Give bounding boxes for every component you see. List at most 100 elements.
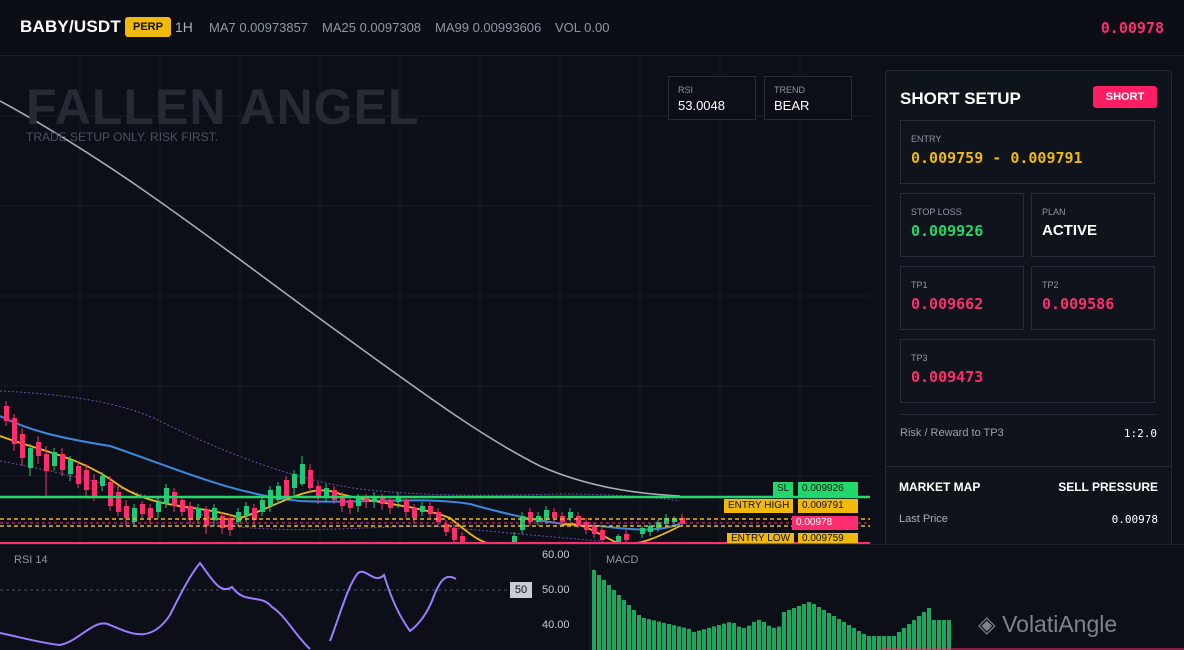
chart-watermark: FALLEN ANGEL: [26, 79, 420, 135]
brand-watermark-text: VolatiAngle: [1002, 611, 1118, 637]
plan-value: ACTIVE: [1042, 222, 1098, 239]
macd-bar: [722, 623, 726, 650]
entry-high-value: 0.009791: [798, 499, 858, 513]
panel-divider: [900, 414, 1157, 415]
brand-watermark: ◈ VolatiAngle: [978, 611, 1117, 638]
rsi-axis-40: 40.00: [542, 619, 570, 631]
candle: [20, 434, 25, 458]
last-price-tag: 0.00978: [792, 516, 858, 530]
macd-bar: [767, 625, 771, 650]
macd-bar: [797, 606, 801, 650]
candle: [332, 490, 337, 500]
macd-bar: [672, 625, 676, 650]
candle: [44, 454, 49, 471]
candle: [364, 498, 369, 502]
macd-bar: [912, 620, 916, 650]
candle: [196, 508, 201, 518]
candle: [76, 466, 81, 484]
candle: [52, 452, 57, 466]
macd-bar: [657, 621, 661, 650]
macd-bar: [897, 632, 901, 650]
rsi-line: [0, 561, 457, 650]
entry-high-tag: ENTRY HIGH: [724, 499, 794, 513]
macd-bar: [877, 636, 881, 650]
macd-bar: [822, 610, 826, 650]
macd-bar: [792, 608, 796, 650]
macd-bar: [922, 612, 926, 650]
candle: [388, 500, 393, 508]
candle: [436, 512, 441, 522]
candle: [444, 524, 449, 532]
candle: [188, 506, 193, 520]
candle: [100, 476, 105, 486]
candle: [252, 508, 257, 520]
macd-bar: [712, 626, 716, 650]
rsi-pane-title: RSI 14: [14, 554, 48, 566]
macd-bar: [852, 628, 856, 650]
macd-bar: [892, 636, 896, 650]
candle: [428, 506, 433, 514]
macd-bar: [747, 625, 751, 650]
macd-bar: [707, 627, 711, 650]
candle: [236, 512, 241, 522]
macd-bar: [772, 627, 776, 650]
entry-value: 0.009759 - 0.009791: [911, 149, 1083, 167]
candle: [624, 534, 629, 540]
macd-bar: [622, 600, 626, 650]
candle: [324, 488, 329, 496]
timeframe-selector[interactable]: 1H: [175, 19, 193, 35]
macd-bar: [937, 620, 941, 650]
candle: [4, 406, 9, 421]
macd-bar: [802, 604, 806, 650]
macd-bar: [732, 622, 736, 650]
tp2-card: TP2 0.009586: [1031, 266, 1155, 330]
candle: [228, 518, 233, 530]
chart-tagline: TRADE SETUP ONLY. RISK FIRST.: [26, 130, 219, 144]
candle: [60, 454, 65, 470]
candle: [640, 528, 645, 534]
stop-loss-label: STOP LOSS: [911, 207, 962, 217]
candle: [568, 512, 573, 518]
macd-bar: [782, 612, 786, 650]
ma7-readout: MA7 0.00973857: [209, 20, 309, 35]
brand-logo-icon: ◈: [978, 611, 1003, 637]
macd-pane-title: MACD: [606, 554, 639, 566]
candle: [244, 506, 249, 516]
macd-bar: [902, 628, 906, 650]
setup-title: SHORT SETUP: [900, 89, 1021, 108]
candle: [84, 470, 89, 490]
short-button[interactable]: SHORT: [1093, 86, 1157, 108]
macd-bar: [692, 632, 696, 650]
macd-bar: [827, 613, 831, 650]
macd-bar: [882, 636, 886, 650]
entry-label: ENTRY: [911, 134, 942, 144]
macd-bar: [592, 570, 596, 650]
macd-bar: [617, 595, 621, 650]
tp3-label: TP3: [911, 353, 928, 363]
candle: [172, 492, 177, 506]
rsi-box-value: 53.0048: [678, 98, 725, 113]
macd-bar: [687, 628, 691, 650]
symbol-title[interactable]: BABY/USDT: [20, 17, 121, 37]
trend-box-label: TREND: [774, 85, 805, 95]
macd-bar: [717, 625, 721, 650]
tp2-value: 0.009586: [1042, 295, 1115, 313]
perp-badge: PERP: [125, 17, 171, 37]
candle: [180, 500, 185, 512]
candle: [116, 492, 121, 512]
macd-bar: [917, 616, 921, 650]
candle: [108, 482, 113, 506]
macd-bar: [682, 627, 686, 650]
rsi-level-tag: 50: [510, 582, 532, 598]
risk-reward-value: 1:2.0: [1123, 427, 1157, 440]
candle: [36, 442, 41, 456]
macd-bar: [942, 620, 946, 650]
candle: [576, 516, 581, 526]
macd-bar: [677, 626, 681, 650]
risk-reward-label: Risk / Reward to TP3: [900, 427, 1004, 439]
macd-bar: [862, 634, 866, 650]
candle: [600, 530, 605, 540]
market-map-panel: MARKET MAP SELL PRESSURE Last Price 0.00…: [885, 466, 1172, 548]
macd-bar: [662, 622, 666, 650]
macd-bar: [907, 624, 911, 650]
